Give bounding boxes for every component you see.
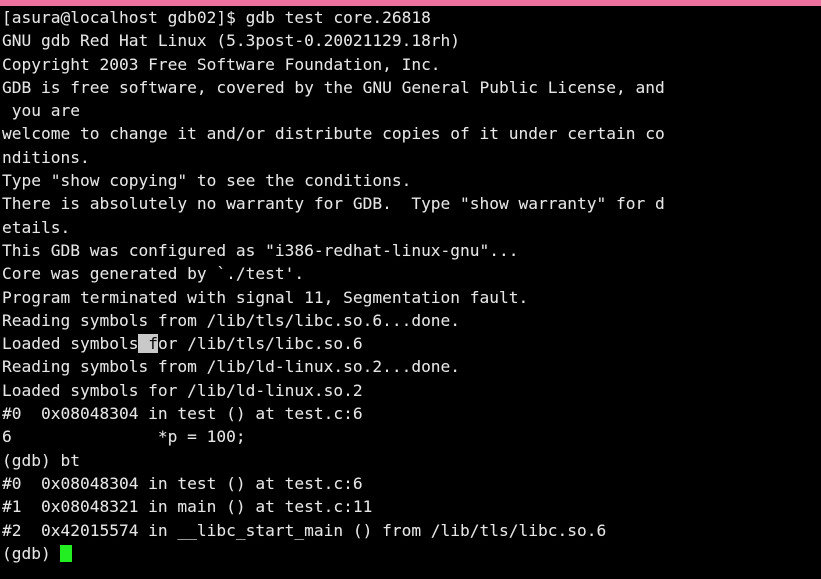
- line-text: 6 *p = 100;: [2, 427, 246, 447]
- line-text: you are: [2, 101, 80, 121]
- line-text: Copyright 2003 Free Software Foundation,…: [2, 54, 441, 74]
- line-text: welcome to change it and/or distribute c…: [2, 124, 665, 144]
- line-text: GDB is free software, covered by the GNU…: [2, 77, 665, 97]
- terminal-line-gdb-prompt-cursor[interactable]: (gdb): [0, 542, 821, 565]
- terminal-line-loaded-libc: Loaded symbols for /lib/tls/libc.so.6: [0, 332, 821, 355]
- terminal-line-gdb-bt-command: (gdb) bt: [0, 449, 821, 472]
- terminal-line-license-1: GDB is free software, covered by the GNU…: [0, 76, 821, 99]
- terminal-line-warranty-1: There is absolutely no warranty for GDB.…: [0, 192, 821, 215]
- terminal-line-signal-segfault: Program terminated with signal 11, Segme…: [0, 286, 821, 309]
- terminal-line-backtrace-frame2: #2 0x42015574 in __libc_start_main () fr…: [0, 519, 821, 542]
- terminal-line-gdb-version: GNU gdb Red Hat Linux (5.3post-0.2002112…: [0, 29, 821, 52]
- terminal-line-backtrace-frame0: #0 0x08048304 in test () at test.c:6: [0, 472, 821, 495]
- line-text: etails.: [2, 217, 71, 237]
- terminal-line-backtrace-frame1: #1 0x08048321 in main () at test.c:11: [0, 495, 821, 518]
- terminal-line-license-2: you are: [0, 99, 821, 122]
- terminal-line-copyright: Copyright 2003 Free Software Foundation,…: [0, 53, 821, 76]
- line-text: GNU gdb Red Hat Linux (5.3post-0.2002112…: [2, 31, 461, 51]
- terminal-line-warranty-2: etails.: [0, 216, 821, 239]
- line-text: (gdb): [2, 543, 61, 563]
- line-text: Loaded symbols for /lib/ld-linux.so.2: [2, 380, 363, 400]
- line-text: Type "show copying" to see the condition…: [2, 171, 412, 191]
- terminal-line-frame0-initial: #0 0x08048304 in test () at test.c:6: [0, 402, 821, 425]
- line-text: This GDB was configured as "i386-redhat-…: [2, 240, 519, 260]
- terminal-line-license-4: nditions.: [0, 146, 821, 169]
- line-text: #0 0x08048304 in test () at test.c:6: [2, 404, 363, 424]
- terminal-line-prompt-command: [asura@localhost gdb02]$ gdb test core.2…: [0, 6, 821, 29]
- line-text: Reading symbols from /lib/tls/libc.so.6.…: [2, 310, 461, 330]
- terminal-line-reading-libc: Reading symbols from /lib/tls/libc.so.6.…: [0, 309, 821, 332]
- line-text: Core was generated by `./test'.: [2, 264, 305, 284]
- line-text: There is absolutely no warranty for GDB.…: [2, 194, 665, 214]
- line-text: (gdb) bt: [2, 450, 80, 470]
- line-text-before-selection: Loaded symbols: [2, 334, 139, 354]
- line-text: #2 0x42015574 in __libc_start_main () fr…: [2, 520, 607, 540]
- line-text: #0 0x08048304 in test () at test.c:6: [2, 473, 363, 493]
- terminal-window[interactable]: [asura@localhost gdb02]$ gdb test core.2…: [0, 0, 821, 579]
- terminal-line-source-line-6: 6 *p = 100;: [0, 425, 821, 448]
- line-text: #1 0x08048321 in main () at test.c:11: [2, 497, 373, 517]
- terminal-cursor: [60, 544, 73, 562]
- line-text-after-selection: or /lib/tls/libc.so.6: [157, 334, 363, 354]
- terminal-line-license-3: welcome to change it and/or distribute c…: [0, 122, 821, 145]
- terminal-line-loaded-ldlinux: Loaded symbols for /lib/ld-linux.so.2: [0, 379, 821, 402]
- line-text: nditions.: [2, 147, 90, 167]
- terminal-line-configured-as: This GDB was configured as "i386-redhat-…: [0, 239, 821, 262]
- line-text: [asura@localhost gdb02]$ gdb test core.2…: [2, 8, 431, 27]
- terminal-line-show-copying: Type "show copying" to see the condition…: [0, 169, 821, 192]
- text-selection-highlight[interactable]: f: [138, 334, 158, 354]
- terminal-screen[interactable]: [asura@localhost gdb02]$ gdb test core.2…: [0, 6, 821, 579]
- terminal-line-core-generated: Core was generated by `./test'.: [0, 262, 821, 285]
- terminal-line-reading-ldlinux: Reading symbols from /lib/ld-linux.so.2.…: [0, 355, 821, 378]
- line-text: Program terminated with signal 11, Segme…: [2, 287, 529, 307]
- line-text: Reading symbols from /lib/ld-linux.so.2.…: [2, 357, 461, 377]
